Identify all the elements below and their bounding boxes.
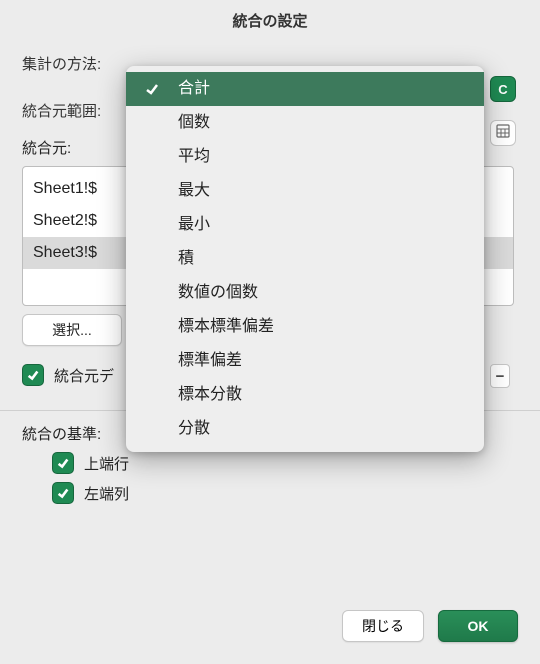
top-row-checkbox-row[interactable]: 上端行 <box>52 452 518 474</box>
refresh-icon: C <box>498 82 507 97</box>
select-button-label: 選択... <box>52 320 92 340</box>
dropdown-option[interactable]: 標準偏差 <box>126 344 484 378</box>
dropdown-option-label: 合計 <box>178 80 210 97</box>
dropdown-option[interactable]: 標本分散 <box>126 378 484 412</box>
function-label: 集計の方法: <box>22 53 122 74</box>
dropdown-option-label: 最大 <box>178 182 210 199</box>
left-col-checkbox-row[interactable]: 左端列 <box>52 482 518 504</box>
dropdown-option[interactable]: 標本標準偏差 <box>126 310 484 344</box>
minus-icon: − <box>496 368 505 385</box>
ok-button[interactable]: OK <box>438 610 518 642</box>
dropdown-option-label: 数値の個数 <box>178 284 258 301</box>
left-col-label: 左端列 <box>84 483 129 504</box>
checkbox-checked-icon[interactable] <box>22 364 44 386</box>
link-sources-label: 統合元デ <box>54 365 114 386</box>
top-row-label: 上端行 <box>84 453 129 474</box>
dropdown-option-label: 個数 <box>178 114 210 131</box>
dropdown-option[interactable]: 合計 <box>126 72 484 106</box>
checkbox-checked-icon[interactable] <box>52 482 74 504</box>
select-button[interactable]: 選択... <box>22 314 122 346</box>
dropdown-option-label: 標本分散 <box>178 386 242 403</box>
ok-button-label: OK <box>468 618 489 634</box>
dialog-title: 統合の設定 <box>0 0 540 47</box>
dropdown-option-label: 平均 <box>178 148 210 165</box>
checkbox-checked-icon[interactable] <box>52 452 74 474</box>
dropdown-option-label: 積 <box>178 250 194 267</box>
dropdown-option-label: 最小 <box>178 216 210 233</box>
grid-icon <box>496 124 510 142</box>
dropdown-option-label: 標準偏差 <box>178 352 242 369</box>
dropdown-option[interactable]: 分散 <box>126 412 484 446</box>
delete-button[interactable]: − <box>490 364 510 388</box>
dropdown-option[interactable]: 個数 <box>126 106 484 140</box>
close-button[interactable]: 閉じる <box>342 610 424 642</box>
dialog-footer: 閉じる OK <box>342 610 518 642</box>
reference-label: 統合元範囲: <box>22 100 122 121</box>
dropdown-option-label: 標本標準偏差 <box>178 318 274 335</box>
close-button-label: 閉じる <box>362 616 404 636</box>
criteria-checks: 上端行 左端列 <box>52 452 518 504</box>
refresh-button[interactable]: C <box>490 76 516 102</box>
dropdown-option[interactable]: 最小 <box>126 208 484 242</box>
function-dropdown[interactable]: 合計 個数 平均 最大 最小 積 数値の個数 標本標準偏差 標準偏差 標本分散 … <box>126 66 484 452</box>
range-picker-button[interactable] <box>490 120 516 146</box>
consolidate-dialog: 統合の設定 集計の方法: 統合元範囲: 統合元: Sheet1!$ Sheet2… <box>0 0 540 664</box>
dropdown-option[interactable]: 平均 <box>126 140 484 174</box>
dropdown-option-label: 分散 <box>178 420 210 437</box>
dropdown-option[interactable]: 最大 <box>126 174 484 208</box>
dropdown-option[interactable]: 積 <box>126 242 484 276</box>
dropdown-option[interactable]: 数値の個数 <box>126 276 484 310</box>
check-icon <box>144 81 160 97</box>
